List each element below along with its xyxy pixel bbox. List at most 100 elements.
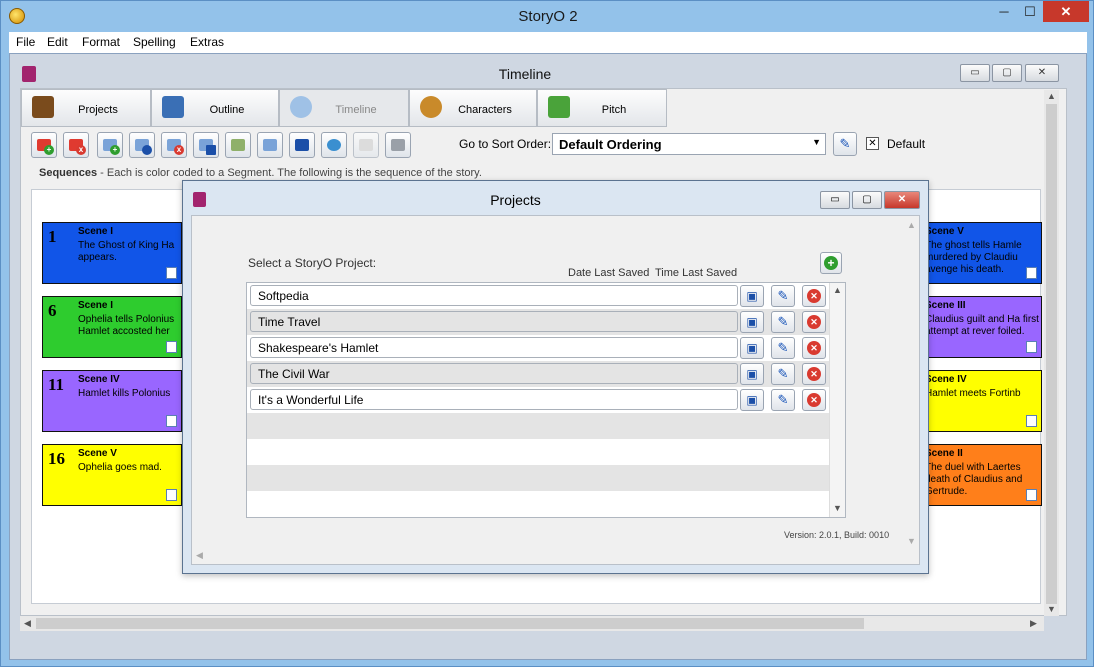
maximize-button[interactable]: ☐: [1017, 1, 1043, 22]
tab-characters[interactable]: Characters: [409, 89, 537, 127]
save-button[interactable]: [289, 132, 315, 158]
sort-order-select[interactable]: Default Ordering ▼: [552, 133, 826, 155]
close-button[interactable]: ✕: [1043, 1, 1089, 22]
add-scene-button[interactable]: +: [97, 132, 123, 158]
edit-project-button[interactable]: ✎: [771, 363, 795, 385]
project-list-scrollbar[interactable]: ▲ ▼: [829, 283, 845, 517]
delete-project-button[interactable]: ✕: [802, 337, 826, 359]
scroll-right-icon[interactable]: ▶: [1030, 618, 1037, 629]
menu-extras[interactable]: Extras: [190, 35, 224, 49]
edit-project-button[interactable]: ✎: [771, 285, 795, 307]
timeline-close-button[interactable]: ✕: [1025, 64, 1059, 82]
delete-scene-button[interactable]: x: [161, 132, 187, 158]
scene-card[interactable]: Scene IV Hamlet meets Fortinb: [920, 370, 1042, 432]
menu-file[interactable]: File: [16, 35, 35, 49]
box-button[interactable]: [385, 132, 411, 158]
note-icon[interactable]: [1026, 267, 1037, 279]
add-project-button[interactable]: +: [820, 252, 842, 274]
scene-card[interactable]: Scene II The duel with Laertes death of …: [920, 444, 1042, 506]
save-project-button[interactable]: ▣: [740, 363, 764, 385]
scene-card[interactable]: 1 Scene I The Ghost of King Ha appears.: [42, 222, 182, 284]
delete-icon: ✕: [807, 393, 821, 407]
dialog-close-button[interactable]: ✕: [884, 191, 920, 209]
scroll-up-icon[interactable]: ▲: [833, 285, 842, 295]
dialog-minimize-button[interactable]: ▭: [820, 191, 850, 209]
note-icon[interactable]: [166, 341, 177, 353]
scroll-down-icon[interactable]: ▼: [907, 536, 916, 546]
scene-card[interactable]: 6 Scene I Ophelia tells Polonius Hamlet …: [42, 296, 182, 358]
floppy-icon: ▣: [746, 367, 758, 381]
note-icon[interactable]: [1026, 489, 1037, 501]
edit-sort-button[interactable]: ✎: [833, 132, 857, 156]
scene-text: Ophelia tells Polonius Hamlet accosted h…: [78, 314, 175, 337]
save-project-button[interactable]: ▣: [740, 389, 764, 411]
edit-project-button[interactable]: ✎: [771, 337, 795, 359]
notes-button[interactable]: [353, 132, 379, 158]
scroll-thumb[interactable]: [1046, 104, 1057, 604]
save-project-button[interactable]: ▣: [740, 337, 764, 359]
timeline-minimize-button[interactable]: ▭: [960, 64, 990, 82]
dialog-vertical-scrollbar[interactable]: ▲ ▼: [902, 216, 919, 554]
minimize-button[interactable]: ─: [991, 1, 1017, 22]
scroll-down-icon[interactable]: ▼: [1047, 604, 1056, 614]
pencil-icon: ✎: [839, 136, 851, 151]
scroll-left-icon[interactable]: ◀: [196, 550, 203, 561]
list-item[interactable]: The Civil War ▣ ✎ ✕: [247, 361, 829, 387]
delete-project-button[interactable]: ✕: [802, 363, 826, 385]
undo-scene-button[interactable]: [257, 132, 283, 158]
save-project-button[interactable]: ▣: [740, 285, 764, 307]
dialog-maximize-button[interactable]: ▢: [852, 191, 882, 209]
scene-card[interactable]: Scene III Claudius guilt and Ha first at…: [920, 296, 1042, 358]
project-name-field[interactable]: It's a Wonderful Life: [250, 389, 738, 410]
scroll-down-icon[interactable]: ▼: [833, 503, 842, 513]
scroll-up-icon[interactable]: ▲: [907, 220, 916, 230]
save-scene-button[interactable]: [193, 132, 219, 158]
add-sequence-button[interactable]: +: [31, 132, 57, 158]
note-icon[interactable]: [1026, 415, 1037, 427]
scene-list-button[interactable]: [225, 132, 251, 158]
tab-label: Projects: [78, 104, 118, 116]
scene-text: Claudius guilt and Ha first attempt at r…: [925, 314, 1039, 337]
color-button[interactable]: [321, 132, 347, 158]
dialog-horizontal-scrollbar[interactable]: ◀: [192, 549, 902, 564]
scene-card[interactable]: Scene V The ghost tells Hamle murdered b…: [920, 222, 1042, 284]
tab-timeline[interactable]: Timeline: [279, 89, 409, 127]
edit-project-button[interactable]: ✎: [771, 389, 795, 411]
default-checkbox[interactable]: ✕: [866, 137, 879, 150]
project-name-field[interactable]: Time Travel: [250, 311, 738, 332]
edit-project-button[interactable]: ✎: [771, 311, 795, 333]
list-item[interactable]: It's a Wonderful Life ▣ ✎ ✕: [247, 387, 829, 413]
scroll-left-icon[interactable]: ◀: [24, 618, 31, 629]
tab-projects[interactable]: Projects: [21, 89, 151, 127]
note-icon[interactable]: [1026, 341, 1037, 353]
note-icon[interactable]: [166, 415, 177, 427]
note-icon[interactable]: [166, 489, 177, 501]
project-name-field[interactable]: Shakespeare's Hamlet: [250, 337, 738, 358]
sequences-text: - Each is color coded to a Segment. The …: [97, 167, 482, 179]
list-item[interactable]: Time Travel ▣ ✎ ✕: [247, 309, 829, 335]
note-icon[interactable]: [166, 267, 177, 279]
delete-project-button[interactable]: ✕: [802, 389, 826, 411]
delete-sequence-button[interactable]: x: [63, 132, 89, 158]
list-item[interactable]: Softpedia ▣ ✎ ✕: [247, 283, 829, 309]
scene-card[interactable]: 16 Scene V Ophelia goes mad.: [42, 444, 182, 506]
scene-card[interactable]: 11 Scene IV Hamlet kills Polonius: [42, 370, 182, 432]
menu-edit[interactable]: Edit: [47, 35, 68, 49]
list-item[interactable]: Shakespeare's Hamlet ▣ ✎ ✕: [247, 335, 829, 361]
delete-project-button[interactable]: ✕: [802, 311, 826, 333]
scene-text: The ghost tells Hamle murdered by Claudi…: [925, 240, 1022, 275]
timeline-maximize-button[interactable]: ▢: [992, 64, 1022, 82]
project-name-field[interactable]: Softpedia: [250, 285, 738, 306]
scroll-thumb[interactable]: [36, 618, 864, 629]
tab-pitch[interactable]: Pitch: [537, 89, 667, 127]
delete-project-button[interactable]: ✕: [802, 285, 826, 307]
save-project-button[interactable]: ▣: [740, 311, 764, 333]
menu-spelling[interactable]: Spelling: [133, 35, 176, 49]
move-scene-button[interactable]: [129, 132, 155, 158]
scroll-up-icon[interactable]: ▲: [1047, 91, 1056, 101]
project-name-field[interactable]: The Civil War: [250, 363, 738, 384]
vertical-scrollbar[interactable]: ▲ ▼: [1044, 90, 1059, 616]
tab-outline[interactable]: Outline: [151, 89, 279, 127]
horizontal-scrollbar[interactable]: ◀ ▶: [20, 616, 1044, 631]
menu-format[interactable]: Format: [82, 35, 120, 49]
